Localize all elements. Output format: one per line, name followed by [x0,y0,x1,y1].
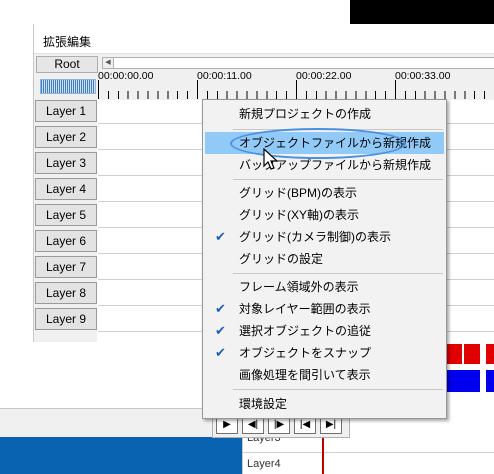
menu-item-label: グリッドの設定 [239,252,324,266]
time-label: 00:00:11.00 [197,70,252,82]
menu-separator [233,179,443,180]
menu-item-label: 選択オブジェクトの追従 [239,324,372,338]
menu-item-label: オブジェクトをスナップ [239,346,372,360]
menu-separator [233,389,443,390]
layer-button-3[interactable]: Layer 3 [35,152,97,174]
menu-item-label: グリッド(XY軸)の表示 [239,208,360,222]
layer-button-6[interactable]: Layer 6 [35,230,97,252]
mouse-pointer-icon [263,148,279,170]
layer-row-divider [243,452,494,453]
menu-item-label: 対象レイヤー範囲の表示 [239,302,371,316]
layer-button-9[interactable]: Layer 9 [35,308,97,330]
background-dark-region [350,0,494,24]
menu-item-thin-image-processing[interactable]: 画像処理を間引いて表示 [205,364,444,386]
horizontal-scrollbar[interactable] [114,57,494,69]
checkmark-icon: ✔ [215,301,226,316]
clip-divider [462,344,464,364]
menu-item-grid-bpm[interactable]: グリッド(BPM)の表示 [205,182,444,204]
ruler-major-tick [98,80,99,99]
desktop-blue-region [0,437,242,474]
menu-separator [233,273,443,274]
menu-item-follow-selection[interactable]: ✔ 選択オブジェクトの追従 [205,320,444,342]
menu-item-grid-xy[interactable]: グリッド(XY軸)の表示 [205,204,444,226]
window-title: 拡張編集 [43,35,92,49]
menu-item-target-layer-range[interactable]: ✔ 対象レイヤー範囲の表示 [205,298,444,320]
scroll-left-arrow-icon[interactable]: ◀ [102,57,114,69]
menu-item-new-project[interactable]: 新規プロジェクトの作成 [205,103,444,125]
menu-item-label: グリッド(カメラ制御)の表示 [239,230,391,244]
time-label: 00:00:00.00 [98,70,154,82]
menu-item-label: グリッド(BPM)の表示 [239,186,357,200]
layer-button-8[interactable]: Layer 8 [35,282,97,304]
window-titlebar: 拡張編集 [34,24,494,54]
layer-button-5[interactable]: Layer 5 [35,204,97,226]
ruler-major-tick [395,80,396,99]
timeline-clip-blue[interactable] [486,370,494,392]
bottom-layer-label: Layer4 [247,458,281,470]
menu-item-label: 新規プロジェクトの作成 [239,107,372,121]
layer-button-4[interactable]: Layer 4 [35,178,97,200]
menu-item-grid-settings[interactable]: グリッドの設定 [205,248,444,270]
menu-item-label: フレーム領域外の表示 [239,280,359,294]
menu-item-label: 環境設定 [239,397,288,411]
ruler-major-tick [296,80,297,99]
menu-item-grid-camera[interactable]: ✔ グリッド(カメラ制御)の表示 [205,226,444,248]
time-label: 00:00:22.00 [296,70,352,82]
checkmark-icon: ✔ [215,323,226,338]
menu-item-snap-objects[interactable]: ✔ オブジェクトをスナップ [205,342,444,364]
layer-button-1[interactable]: Layer 1 [35,100,97,122]
menu-item-label: 画像処理を間引いて表示 [239,368,371,382]
timeline-clip-red[interactable] [486,344,494,364]
ruler-major-tick [197,80,198,99]
menu-item-outside-frame[interactable]: フレーム領域外の表示 [205,276,444,298]
menu-item-preferences[interactable]: 環境設定 [205,393,444,415]
audio-meter [40,79,96,94]
playhead-cursor[interactable] [322,436,324,474]
time-label: 00:00:33.00 [395,70,451,82]
highlight-annotation-ellipse [230,128,406,159]
timeline-clip-blue[interactable] [444,370,480,392]
checkmark-icon: ✔ [215,229,226,244]
layer-button-2[interactable]: Layer 2 [35,126,97,148]
checkmark-icon: ✔ [215,345,226,360]
layer-button-7[interactable]: Layer 7 [35,256,97,278]
root-button[interactable]: Root [36,56,98,73]
